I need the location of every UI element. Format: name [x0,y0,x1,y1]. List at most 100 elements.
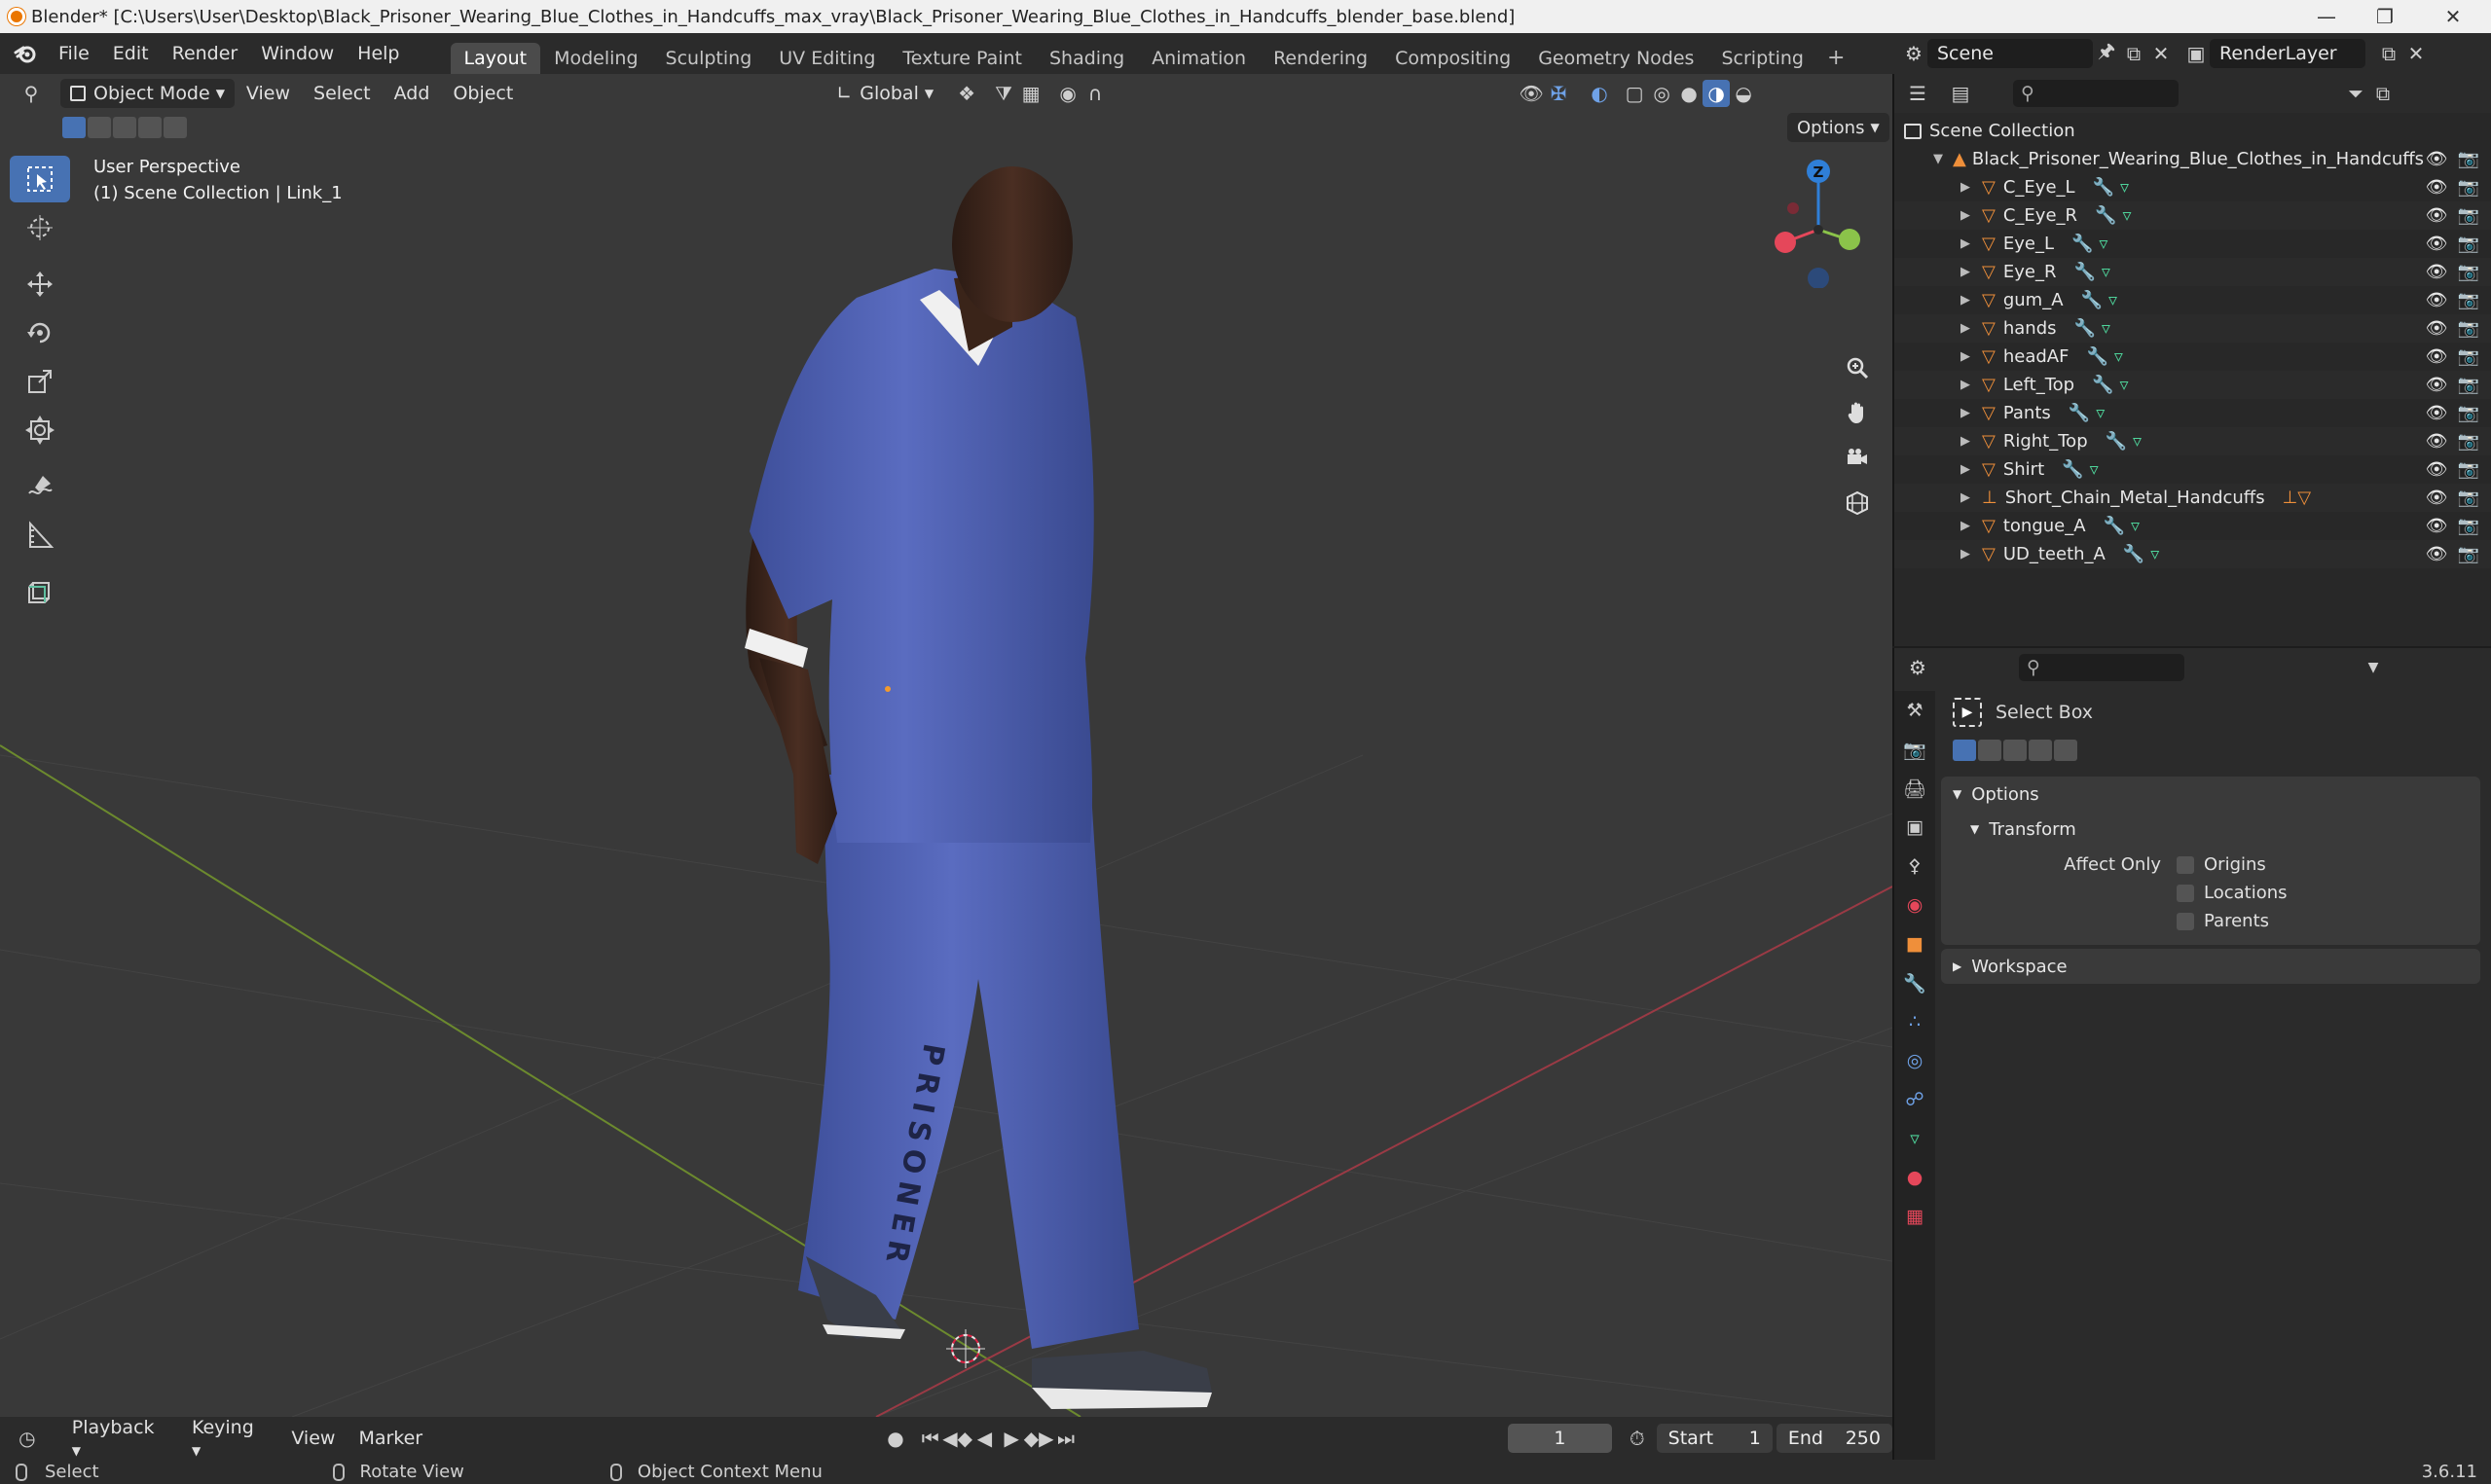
tab-texture-paint[interactable]: Texture Paint [889,43,1036,74]
delete-view-layer-icon[interactable]: ✕ [2402,40,2430,67]
menu-edit[interactable]: Edit [101,33,161,74]
render-camera-icon[interactable]: 📷 [2458,544,2479,564]
render-camera-icon[interactable]: 📷 [2458,346,2479,367]
tab-rendering[interactable]: Rendering [1260,43,1381,74]
jump-end-icon[interactable]: ⏭ [1052,1425,1080,1452]
mesh-data-icon[interactable]: ▿ [2102,318,2110,339]
transform-orientation-selector[interactable]: ∟ Global ▼ [826,79,943,108]
mesh-data-icon[interactable]: ▿ [2114,346,2123,367]
tool-rotate[interactable] [10,309,70,356]
outliner-search-input[interactable]: ⚲ [2013,80,2179,107]
render-camera-icon[interactable]: 📷 [2458,318,2479,339]
mesh-data-icon[interactable]: ▿ [2108,290,2117,310]
mesh-data-icon[interactable]: ▿ [2133,431,2142,452]
play-reverse-icon[interactable]: ◀ [971,1425,999,1452]
menu-file[interactable]: File [47,33,101,74]
visibility-eye-icon[interactable]: 👁 [2426,544,2448,564]
pin-scene-icon[interactable]: 🖈 [2093,39,2120,67]
properties-search-input[interactable]: ⚲ [2019,654,2184,681]
render-camera-icon[interactable]: 📷 [2458,177,2479,198]
render-camera-icon[interactable]: 📷 [2458,234,2479,254]
workspace-panel-header[interactable]: ▶ Workspace [1941,949,2480,984]
tool-scale[interactable] [10,358,70,405]
tab-constraints[interactable]: ☍ [1894,1080,1935,1119]
mesh-data-icon[interactable]: ▿ [2099,234,2107,254]
pivot-point-icon[interactable]: ❖ [953,80,980,107]
restore-button[interactable]: ❐ [2356,0,2414,33]
affect-origins-row[interactable]: Affect Only Origins [1941,851,2480,879]
tool-measure[interactable] [10,512,70,559]
render-camera-icon[interactable]: 📷 [2458,488,2479,508]
expand-icon[interactable]: ▶ [1957,519,1974,533]
prop-select-subtract-button[interactable] [2003,740,2027,761]
visibility-eye-icon[interactable]: 👁 [2426,516,2448,536]
scene-icon[interactable]: ⚙ [1900,40,1927,67]
xray-toggle-icon[interactable]: ▢ [1621,80,1648,107]
select-extend-button[interactable] [88,117,111,138]
mesh-data-icon[interactable]: ▿ [2102,262,2110,282]
solid-shading-icon[interactable]: ● [1675,80,1703,107]
visibility-eye-icon[interactable]: 👁 [2426,177,2448,198]
prop-select-invert-button[interactable] [2029,740,2052,761]
render-camera-icon[interactable]: 📷 [2458,205,2479,226]
mesh-data-icon[interactable]: ▿ [2120,177,2129,198]
tab-tool[interactable]: ⚒ [1894,691,1935,730]
modifier-wrench-icon[interactable]: 🔧 [2104,516,2125,536]
tab-object[interactable]: ■ [1894,924,1935,963]
zoom-icon[interactable] [1836,346,1879,389]
tab-data[interactable]: ▿ [1894,1119,1935,1158]
new-view-layer-icon[interactable]: ⧉ [2375,40,2402,67]
expand-icon[interactable]: ▶ [1957,265,1974,279]
timeline-menu-playback[interactable]: Playback ▼ [60,1417,180,1460]
outliner-collection-row[interactable]: ▼ ▲ Black_Prisoner_Wearing_Blue_Clothes_… [1894,145,2491,173]
collapse-icon[interactable]: ▼ [1929,152,1947,166]
jump-start-icon[interactable]: ⏮ [917,1425,944,1452]
outliner-object-row[interactable]: ▶ ▽ UD_teeth_A 🔧 ▿ 👁 📷 [1894,540,2491,568]
new-collection-icon[interactable]: ⧉ [2369,80,2397,107]
visibility-eye-icon[interactable]: 👁 [2426,459,2448,480]
visibility-eye-icon[interactable]: 👁 [2426,149,2448,169]
gizmo-negative-z-icon[interactable] [1808,268,1829,288]
delete-scene-icon[interactable]: ✕ [2147,40,2175,67]
outliner-object-row[interactable]: ▶ ▽ Eye_R 🔧 ▿ 👁 📷 [1894,258,2491,286]
tool-add-cube[interactable] [10,568,70,615]
render-camera-icon[interactable]: 📷 [2458,262,2479,282]
expand-icon[interactable]: ▶ [1957,293,1974,308]
options-panel-header[interactable]: ▼ Options [1941,777,2480,812]
pan-hand-icon[interactable] [1836,391,1879,434]
end-frame-field[interactable]: End 250 [1776,1424,1892,1453]
outliner-object-row[interactable]: ▶ ▽ gum_A 🔧 ▿ 👁 📷 [1894,286,2491,314]
modifier-wrench-icon[interactable]: 🔧 [2086,346,2107,367]
expand-icon[interactable]: ▶ [1957,434,1974,449]
visibility-eye-icon[interactable]: 👁 [2426,262,2448,282]
visibility-filter-icon[interactable]: 👁 [1518,80,1545,107]
mesh-data-icon[interactable]: ▿ [2090,459,2099,480]
modifier-wrench-icon[interactable]: 🔧 [2074,318,2096,339]
render-camera-icon[interactable]: 📷 [2458,290,2479,310]
mesh-data-icon[interactable]: ▿ [2096,403,2105,423]
transform-subpanel-header[interactable]: ▼ Transform [1941,812,2480,847]
view-layer-selector[interactable]: RenderLayer [2210,39,2365,68]
modifier-wrench-icon[interactable]: 🔧 [2081,290,2103,310]
tool-move[interactable] [10,261,70,308]
expand-icon[interactable]: ▶ [1957,180,1974,195]
timeline-menu-keying[interactable]: Keying ▼ [180,1417,279,1460]
select-new-button[interactable] [62,117,86,138]
visibility-eye-icon[interactable]: 👁 [2426,205,2448,226]
outliner-object-row[interactable]: ▶ ⊥ Short_Chain_Metal_Handcuffs ⊥▽ 👁 📷 [1894,484,2491,512]
mesh-data-icon[interactable]: ▿ [2150,544,2159,564]
viewport-menu-add[interactable]: Add [383,83,442,104]
snap-icon[interactable]: ⧩ [990,80,1017,107]
render-camera-icon[interactable]: 📷 [2458,459,2479,480]
orthographic-toggle-icon[interactable] [1836,481,1879,524]
visibility-eye-icon[interactable]: 👁 [2426,290,2448,310]
timeline-menu-view[interactable]: View [279,1428,347,1449]
outliner-object-row[interactable]: ▶ ▽ C_Eye_R 🔧 ▿ 👁 📷 [1894,201,2491,230]
tab-uv-editing[interactable]: UV Editing [765,43,889,74]
mode-selector[interactable]: Object Mode ▼ [60,79,235,108]
select-invert-button[interactable] [138,117,162,138]
scene-selector[interactable]: Scene [1927,39,2093,68]
modifier-wrench-icon[interactable]: 🔧 [2106,431,2127,452]
current-frame-field[interactable]: 1 [1507,1424,1612,1453]
tab-scripting[interactable]: Scripting [1707,43,1817,74]
